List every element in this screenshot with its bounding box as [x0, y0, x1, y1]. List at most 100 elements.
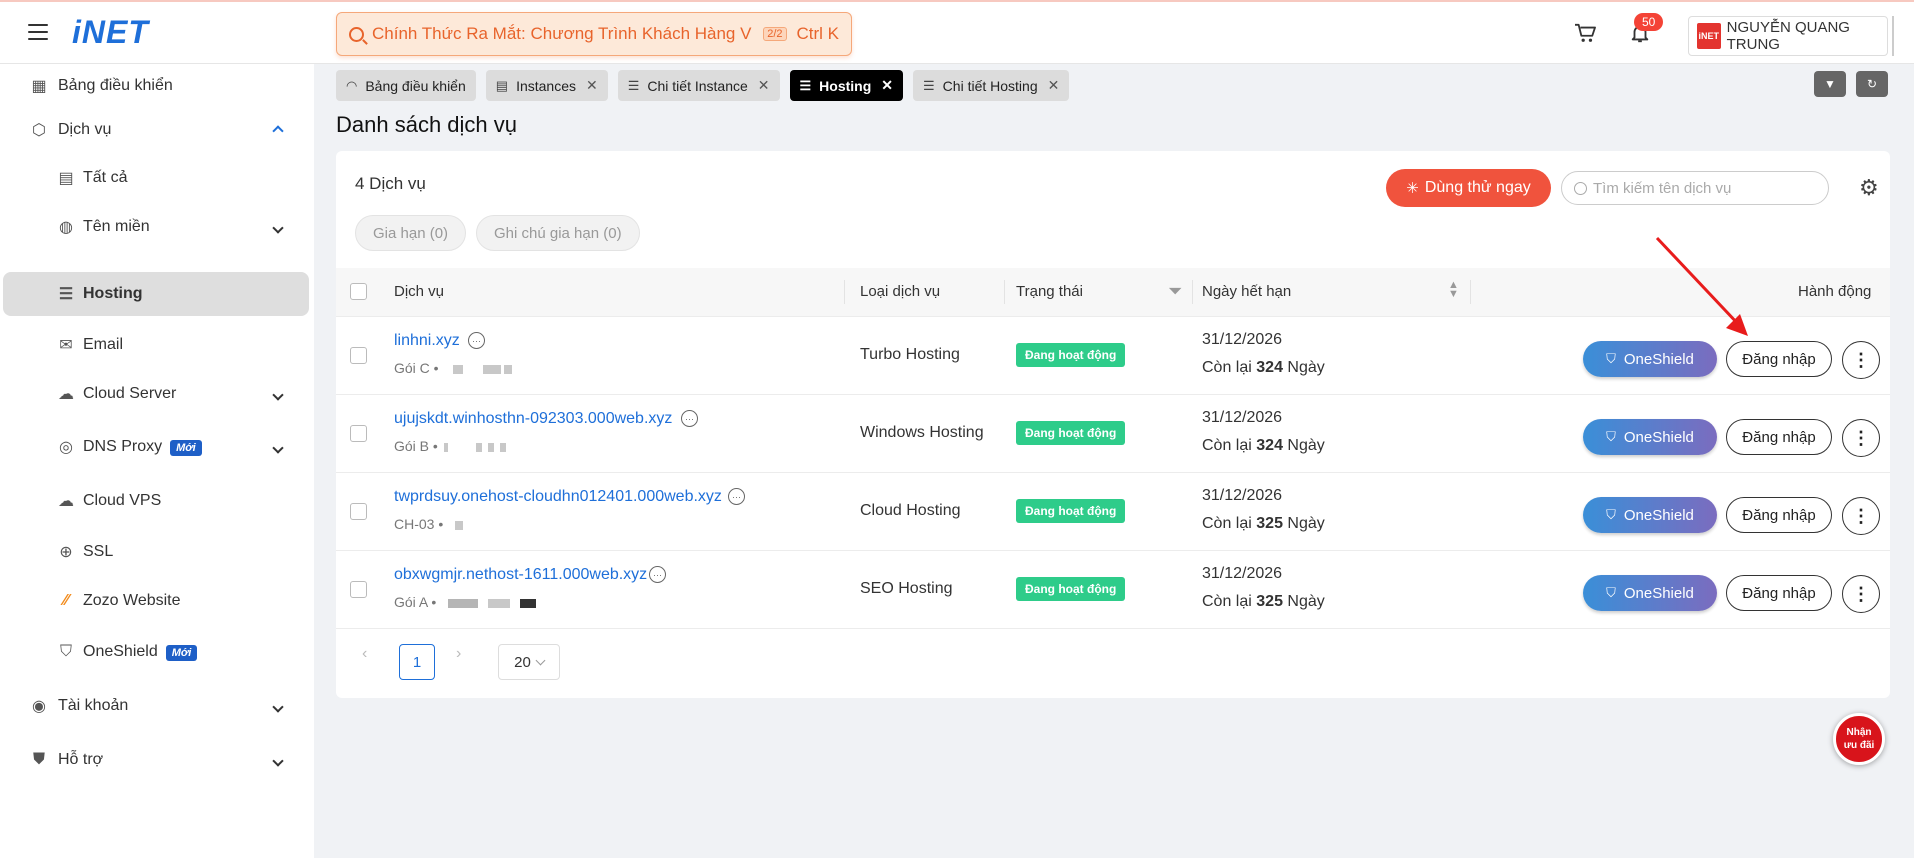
service-search-input[interactable] — [1593, 179, 1816, 197]
sidebar-item-services[interactable]: ⬡ Dịch vụ — [0, 108, 314, 152]
sidebar-item-domains[interactable]: ◍ Tên miền — [0, 205, 314, 249]
service-link[interactable]: twprdsuy.onehost-cloudhn012401.000web.xy… — [394, 488, 722, 506]
support-icon: ⛊ — [32, 751, 45, 768]
dashboard-icon: ▦ — [31, 78, 47, 95]
more-icon[interactable]: ⋮ — [1842, 497, 1880, 535]
tab-dashboard[interactable]: ◠ Bảng điều khiển — [336, 70, 476, 101]
sidebar-item-cloud-server[interactable]: ☁ Cloud Server — [0, 372, 314, 416]
sidebar-item-support[interactable]: ⛊ Hỗ trợ — [0, 738, 314, 782]
logo[interactable]: iNET — [72, 14, 149, 51]
service-link[interactable]: obxwgmjr.nethost-1611.000web.xyz — [394, 566, 647, 584]
sidebar-item-label: Hosting — [83, 285, 143, 302]
renew-filter-chip[interactable]: Gia hạn (0) — [355, 215, 467, 251]
prev-page-icon[interactable]: ‹ — [362, 645, 367, 663]
page-size-select[interactable]: 20 — [498, 644, 560, 680]
column-divider — [1004, 280, 1005, 304]
sidebar-item-label: DNS Proxy Mới — [83, 438, 202, 456]
more-icon[interactable]: ⋮ — [1842, 341, 1880, 379]
sidebar-item-ssl[interactable]: ⊕ SSL — [0, 530, 314, 574]
shortcut-hint: Ctrl K — [796, 24, 840, 43]
row-checkbox[interactable] — [350, 425, 367, 442]
sidebar-item-label: Bảng điều khiển — [58, 77, 173, 94]
close-icon[interactable]: ✕ — [586, 77, 598, 94]
reload-button[interactable]: ↻ — [1856, 71, 1888, 97]
sidebar-item-hosting[interactable]: ☰ Hosting — [3, 272, 309, 316]
service-type: SEO Hosting — [860, 580, 953, 597]
col-actions: Hành động — [1798, 283, 1872, 300]
tab-label: Bảng điều khiển — [365, 77, 466, 94]
menu-icon[interactable] — [28, 24, 48, 40]
row-checkbox[interactable] — [350, 581, 367, 598]
chevron-down-icon — [272, 698, 284, 714]
page-number[interactable]: 1 — [399, 644, 435, 680]
chevron-down-icon — [535, 655, 546, 665]
scrollbar[interactable] — [1892, 16, 1894, 56]
service-plan: Gói C • — [394, 360, 512, 376]
tab-hosting-detail[interactable]: ☰ Chi tiết Hosting ✕ — [913, 70, 1070, 101]
chevron-down-icon — [272, 439, 284, 455]
gear-icon[interactable]: ⚙ — [1859, 175, 1879, 201]
reload-icon: ↻ — [1866, 77, 1878, 91]
table-row: twprdsuy.onehost-cloudhn012401.000web.xy… — [336, 473, 1890, 551]
oneshield-button[interactable]: ⛉ OneShield — [1583, 497, 1717, 533]
comment-icon[interactable]: ··· — [649, 566, 666, 583]
column-divider — [1192, 280, 1193, 304]
sidebar-item-label: SSL — [83, 543, 114, 560]
service-link[interactable]: ujujskdt.winhosthn-092303.000web.xyz — [394, 410, 672, 428]
shield-icon: ⛉ — [59, 643, 72, 660]
column-divider — [1470, 280, 1471, 304]
cloud-server-icon: ☁ — [58, 386, 74, 403]
sidebar-item-oneshield[interactable]: ⛉ OneShield Mới — [0, 630, 314, 674]
sidebar-item-all[interactable]: ▤ Tất cả — [0, 156, 314, 200]
sort-icon[interactable]: ▲ ▼ — [1448, 280, 1459, 300]
tabs-dropdown-button[interactable]: ▼ — [1814, 71, 1846, 97]
chevron-down-icon — [272, 386, 284, 402]
service-link[interactable]: linhni.xyz — [394, 332, 460, 350]
tab-instances[interactable]: ▤ Instances ✕ — [485, 70, 608, 101]
close-icon[interactable]: ✕ — [1048, 77, 1060, 94]
tab-hosting[interactable]: ☰ Hosting ✕ — [789, 70, 904, 101]
renew-note-filter-chip[interactable]: Ghi chú gia hạn (0) — [476, 215, 640, 251]
sidebar-item-label: Cloud Server — [83, 385, 177, 402]
comment-icon[interactable]: ··· — [468, 332, 485, 349]
sidebar-item-dns-proxy[interactable]: ◎ DNS Proxy Mới — [0, 425, 314, 469]
cart-icon[interactable] — [1574, 23, 1596, 43]
redacted — [503, 364, 512, 374]
top-bar: iNET Chính Thức Ra Mắt: Chương Trình Khá… — [0, 0, 1914, 64]
service-search — [1561, 171, 1829, 205]
select-all-checkbox[interactable] — [350, 283, 367, 300]
sidebar-item-cloud-vps[interactable]: ☁ Cloud VPS — [0, 479, 314, 523]
checklist-icon: ☰ — [923, 77, 935, 93]
tab-instance-detail[interactable]: ☰ Chi tiết Instance ✕ — [617, 70, 780, 101]
tab-label: Hosting — [819, 77, 872, 94]
status-badge: Đang hoạt động — [1016, 343, 1126, 367]
table-row: ujujskdt.winhosthn-092303.000web.xyz ···… — [336, 395, 1890, 473]
user-menu[interactable]: iNET NGUYỄN QUANG TRUNG — [1688, 16, 1888, 56]
next-page-icon[interactable]: › — [456, 645, 461, 663]
more-icon[interactable]: ⋮ — [1842, 419, 1880, 457]
login-button[interactable]: Đăng nhập — [1726, 497, 1832, 533]
row-checkbox[interactable] — [350, 347, 367, 364]
sidebar-item-dashboard[interactable]: ▦ Bảng điều khiển — [0, 64, 314, 108]
close-icon[interactable]: ✕ — [758, 77, 770, 94]
oneshield-button[interactable]: ⛉ OneShield — [1583, 419, 1717, 455]
status-badge: Đang hoạt động — [1016, 421, 1126, 445]
sparkle-icon: ✳ — [1406, 180, 1419, 197]
more-icon[interactable]: ⋮ — [1842, 575, 1880, 613]
oneshield-button[interactable]: ⛉ OneShield — [1583, 575, 1717, 611]
global-search-banner[interactable]: Chính Thức Ra Mắt: Chương Trình Khách Hà… — [336, 12, 852, 56]
promo-button[interactable]: Nhận ưu đãi — [1833, 713, 1885, 765]
close-icon[interactable]: ✕ — [881, 77, 893, 94]
comment-icon[interactable]: ··· — [681, 410, 698, 427]
sidebar-item-zozo-website[interactable]: ⁄⁄ Zozo Website — [0, 579, 314, 623]
notification-badge: 50 — [1634, 13, 1664, 31]
banner-counter: 2/2 — [763, 27, 787, 41]
try-now-button[interactable]: ✳ Dùng thử ngay — [1386, 169, 1551, 207]
login-button[interactable]: Đăng nhập — [1726, 419, 1832, 455]
comment-icon[interactable]: ··· — [728, 488, 745, 505]
sidebar-item-account[interactable]: ◉ Tài khoản — [0, 684, 314, 728]
filter-icon[interactable]: ⏷ — [1168, 281, 1182, 302]
row-checkbox[interactable] — [350, 503, 367, 520]
login-button[interactable]: Đăng nhập — [1726, 575, 1832, 611]
sidebar-item-email[interactable]: ✉ Email — [0, 323, 314, 367]
